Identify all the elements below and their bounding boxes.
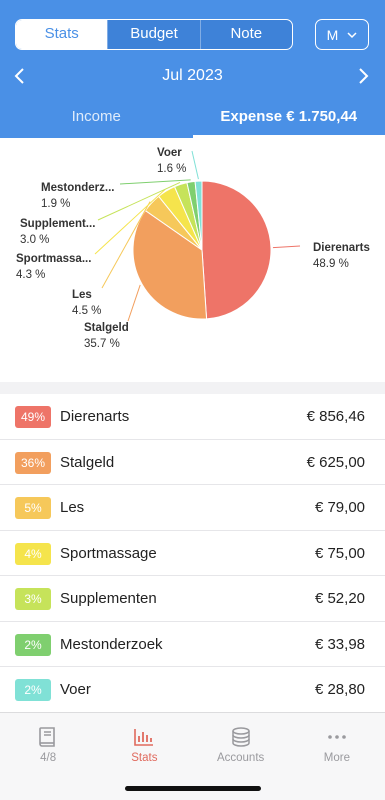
book-icon	[39, 727, 55, 747]
nav-item-book[interactable]: 4/8	[0, 713, 96, 800]
tab-expense[interactable]: Expense € 1.750,44	[192, 98, 385, 138]
nav-label-book: 4/8	[40, 752, 57, 764]
category-amount: € 625,00	[306, 453, 365, 471]
slice-label: Supplement...	[20, 218, 95, 230]
category-name: Les	[60, 499, 85, 516]
slice-percent: 4.5 %	[72, 305, 101, 317]
percent-badge: 5%	[15, 497, 51, 519]
leader-line	[127, 284, 141, 322]
percent-badge: 2%	[15, 679, 51, 701]
nav-label-stats: Stats	[131, 752, 158, 764]
coins-icon	[231, 727, 250, 747]
category-name: Sportmassage	[60, 544, 157, 562]
next-month-icon[interactable]	[353, 66, 373, 86]
segment-stats[interactable]: Stats	[16, 20, 108, 49]
slice-percent: 1.6 %	[157, 163, 186, 175]
category-row[interactable]: 49% Dierenarts € 856,46	[0, 394, 385, 440]
category-row[interactable]: 5% Les € 79,00	[0, 485, 385, 531]
period-label: M	[326, 26, 339, 43]
slice-label: Mestonderz...	[41, 182, 114, 194]
more-dots-icon	[328, 735, 346, 739]
leader-line	[272, 245, 301, 249]
nav-item-more[interactable]: More	[289, 713, 385, 800]
category-amount: € 28,80	[314, 681, 365, 698]
segment-budget[interactable]: Budget	[107, 20, 199, 49]
tab-income[interactable]: Income	[0, 98, 193, 138]
category-list: 49% Dierenarts € 856,46 36% Stalgeld € 625,00…	[0, 394, 385, 713]
pie-slice[interactable]	[201, 180, 272, 320]
category-amount: € 33,98	[314, 635, 365, 653]
category-row[interactable]: 36% Stalgeld € 625,00	[0, 440, 385, 485]
slice-percent: 35.7 %	[84, 338, 120, 350]
slice-label: Stalgeld	[84, 322, 129, 334]
slice-percent: 48.9 %	[313, 258, 349, 270]
income-expense-tabs: Income Expense € 1.750,44	[0, 98, 385, 138]
percent-badge: 49%	[15, 406, 51, 428]
period-dropdown-button[interactable]: M	[315, 19, 369, 50]
slice-label: Sportmassa...	[16, 253, 91, 265]
category-row[interactable]: 4% Sportmassage € 75,00	[0, 531, 385, 576]
category-row[interactable]: 3% Supplementen € 52,20	[0, 576, 385, 622]
segment-note[interactable]: Note	[199, 20, 292, 49]
category-name: Voer	[60, 681, 91, 698]
home-indicator	[125, 786, 261, 791]
view-segmented-control: Stats Budget Note	[15, 19, 293, 50]
leader-line	[119, 179, 191, 185]
category-row[interactable]: 2% Mestonderzoek € 33,98	[0, 622, 385, 667]
category-name: Mestonderzoek	[60, 635, 163, 653]
percent-badge: 2%	[15, 633, 51, 656]
expense-pie-chart: Dierenarts 48.9 % Stalgeld 35.7 % Les 4.5 % Sp…	[0, 138, 385, 382]
category-name: Stalgeld	[60, 453, 115, 471]
category-name: Supplementen	[60, 590, 157, 607]
category-amount: € 856,46	[306, 408, 365, 425]
nav-label-more: More	[323, 752, 350, 764]
leader-line	[191, 150, 199, 180]
percent-badge: 3%	[15, 588, 51, 610]
header: Stats Budget Note M Jul 2023 Income Expe…	[0, 0, 385, 138]
slice-percent: 4.3 %	[16, 269, 45, 281]
bar-chart-icon	[134, 729, 154, 746]
percent-badge: 36%	[15, 451, 51, 474]
slice-label: Voer	[157, 147, 182, 159]
category-amount: € 75,00	[314, 544, 365, 562]
category-row[interactable]: 2% Voer € 28,80	[0, 667, 385, 713]
category-amount: € 52,20	[314, 590, 365, 607]
category-name: Dierenarts	[60, 408, 130, 425]
month-label: Jul 2023	[162, 67, 223, 84]
percent-badge: 4%	[15, 542, 51, 565]
nav-label-accounts: Accounts	[216, 752, 265, 764]
slice-percent: 3.0 %	[20, 234, 49, 246]
slice-label: Les	[72, 289, 92, 301]
month-navigator: Jul 2023	[0, 60, 385, 92]
slice-percent: 1.9 %	[41, 198, 70, 210]
category-amount: € 79,00	[314, 499, 365, 516]
chevron-down-icon	[347, 31, 357, 38]
slice-label: Dierenarts	[313, 242, 370, 254]
